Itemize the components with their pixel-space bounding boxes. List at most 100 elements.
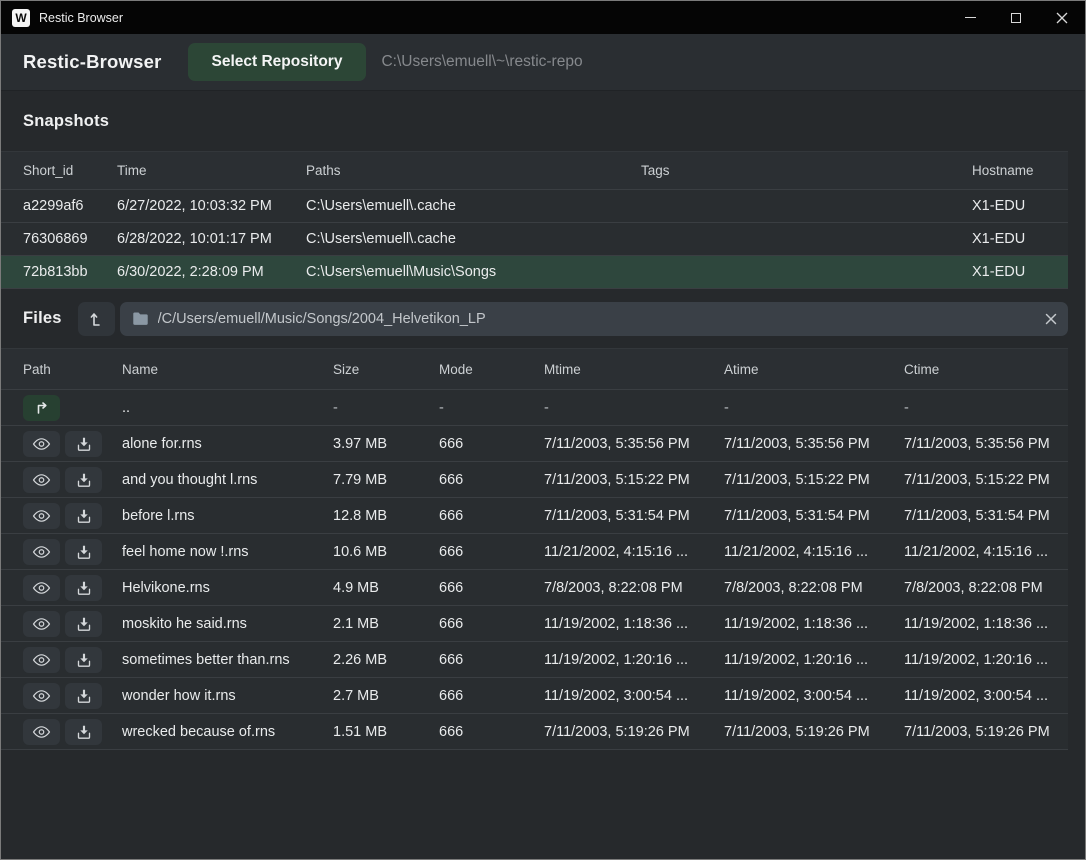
window-title: Restic Browser	[39, 11, 123, 25]
preview-file-button[interactable]	[23, 539, 60, 565]
download-file-button[interactable]	[65, 467, 102, 493]
snapshot-paths: C:\Users\emuell\.cache	[306, 198, 641, 214]
current-path-value: /C/Users/emuell/Music/Songs/2004_Helveti…	[158, 311, 1034, 327]
download-icon	[76, 724, 92, 740]
snapshot-row[interactable]: 76306869 6/28/2022, 10:01:17 PM C:\Users…	[1, 223, 1068, 256]
maximize-button[interactable]	[993, 1, 1039, 34]
files-section-header: Files /C/Users/emuell/Music/Songs/2004_H…	[1, 289, 1085, 348]
snapshot-short-id: a2299af6	[23, 198, 117, 214]
file-mode: 666	[439, 652, 544, 668]
file-mode: 666	[439, 508, 544, 524]
file-mode: 666	[439, 436, 544, 452]
snapshot-time: 6/30/2022, 2:28:09 PM	[117, 264, 306, 280]
download-file-button[interactable]	[65, 719, 102, 745]
minimize-button[interactable]	[947, 1, 993, 34]
eye-icon	[32, 689, 51, 703]
eye-icon	[32, 653, 51, 667]
close-button[interactable]	[1039, 1, 1085, 34]
app-window: W Restic Browser Restic-Browser Select R…	[0, 0, 1086, 860]
select-repository-button[interactable]: Select Repository	[188, 43, 367, 81]
preview-file-button[interactable]	[23, 611, 60, 637]
snapshot-row[interactable]: a2299af6 6/27/2022, 10:03:32 PM C:\Users…	[1, 190, 1068, 223]
download-icon	[76, 544, 92, 560]
file-row[interactable]: feel home now !.rns 10.6 MB 666 11/21/20…	[1, 534, 1068, 570]
file-mode: 666	[439, 724, 544, 740]
preview-file-button[interactable]	[23, 683, 60, 709]
column-size: Size	[333, 362, 439, 377]
go-up-button[interactable]	[23, 395, 60, 421]
file-mtime: 7/11/2003, 5:15:22 PM	[544, 472, 724, 488]
file-ctime: -	[904, 400, 1068, 416]
file-atime: 11/19/2002, 1:20:16 ...	[724, 652, 904, 668]
column-short-id: Short_id	[23, 163, 117, 178]
file-row[interactable]: wrecked because of.rns 1.51 MB 666 7/11/…	[1, 714, 1068, 750]
file-ctime: 11/21/2002, 4:15:16 ...	[904, 544, 1068, 560]
file-atime: -	[724, 400, 904, 416]
file-row[interactable]: sometimes better than.rns 2.26 MB 666 11…	[1, 642, 1068, 678]
snapshot-hostname: X1-EDU	[972, 231, 1068, 247]
download-icon	[76, 436, 92, 452]
download-icon	[76, 652, 92, 668]
snapshot-row-selected[interactable]: 72b813bb 6/30/2022, 2:28:09 PM C:\Users\…	[1, 256, 1068, 289]
app-header: Restic-Browser Select Repository C:\User…	[1, 34, 1085, 91]
snapshot-hostname: X1-EDU	[972, 264, 1068, 280]
file-size: 3.97 MB	[333, 436, 439, 452]
file-name: moskito he said.rns	[122, 616, 333, 632]
eye-icon	[32, 617, 51, 631]
snapshot-time: 6/27/2022, 10:03:32 PM	[117, 198, 306, 214]
file-size: 1.51 MB	[333, 724, 439, 740]
preview-file-button[interactable]	[23, 647, 60, 673]
file-ctime: 7/11/2003, 5:35:56 PM	[904, 436, 1068, 452]
level-up-icon	[87, 310, 105, 328]
file-mtime: 11/19/2002, 1:20:16 ...	[544, 652, 724, 668]
download-file-button[interactable]	[65, 611, 102, 637]
preview-file-button[interactable]	[23, 431, 60, 457]
files-table-header: Path Name Size Mode Mtime Atime Ctime	[1, 348, 1068, 390]
file-atime: 11/19/2002, 3:00:54 ...	[724, 688, 904, 704]
snapshots-section-header: Snapshots	[1, 91, 1085, 151]
file-ctime: 7/8/2003, 8:22:08 PM	[904, 580, 1068, 596]
download-icon	[76, 580, 92, 596]
file-row[interactable]: alone for.rns 3.97 MB 666 7/11/2003, 5:3…	[1, 426, 1068, 462]
file-mtime: 11/19/2002, 1:18:36 ...	[544, 616, 724, 632]
download-file-button[interactable]	[65, 647, 102, 673]
titlebar: W Restic Browser	[1, 1, 1085, 34]
preview-file-button[interactable]	[23, 575, 60, 601]
level-up-button[interactable]	[78, 302, 115, 336]
eye-icon	[32, 581, 51, 595]
snapshot-hostname: X1-EDU	[972, 198, 1068, 214]
file-mtime: -	[544, 400, 724, 416]
file-row[interactable]: wonder how it.rns 2.7 MB 666 11/19/2002,…	[1, 678, 1068, 714]
file-mode: 666	[439, 580, 544, 596]
download-file-button[interactable]	[65, 575, 102, 601]
current-path-input[interactable]: /C/Users/emuell/Music/Songs/2004_Helveti…	[120, 302, 1068, 336]
file-row[interactable]: moskito he said.rns 2.1 MB 666 11/19/200…	[1, 606, 1068, 642]
preview-file-button[interactable]	[23, 467, 60, 493]
download-file-button[interactable]	[65, 539, 102, 565]
snapshot-time: 6/28/2022, 10:01:17 PM	[117, 231, 306, 247]
download-file-button[interactable]	[65, 683, 102, 709]
file-row[interactable]: and you thought l.rns 7.79 MB 666 7/11/2…	[1, 462, 1068, 498]
download-file-button[interactable]	[65, 431, 102, 457]
column-mode: Mode	[439, 362, 544, 377]
file-size: 12.8 MB	[333, 508, 439, 524]
file-row[interactable]: before l.rns 12.8 MB 666 7/11/2003, 5:31…	[1, 498, 1068, 534]
preview-file-button[interactable]	[23, 503, 60, 529]
app-logo-icon: W	[12, 9, 30, 27]
file-atime: 7/11/2003, 5:15:22 PM	[724, 472, 904, 488]
file-row[interactable]: Helvikone.rns 4.9 MB 666 7/8/2003, 8:22:…	[1, 570, 1068, 606]
file-mode: 666	[439, 544, 544, 560]
file-ctime: 7/11/2003, 5:31:54 PM	[904, 508, 1068, 524]
file-size: 2.1 MB	[333, 616, 439, 632]
parent-directory-row[interactable]: .. - - - - -	[1, 390, 1068, 426]
file-name: wonder how it.rns	[122, 688, 333, 704]
clear-path-button[interactable]	[1034, 302, 1068, 336]
file-name: and you thought l.rns	[122, 472, 333, 488]
preview-file-button[interactable]	[23, 719, 60, 745]
column-paths: Paths	[306, 163, 641, 178]
file-atime: 7/11/2003, 5:35:56 PM	[724, 436, 904, 452]
download-file-button[interactable]	[65, 503, 102, 529]
file-mode: 666	[439, 688, 544, 704]
eye-icon	[32, 545, 51, 559]
file-mode: -	[439, 400, 544, 416]
